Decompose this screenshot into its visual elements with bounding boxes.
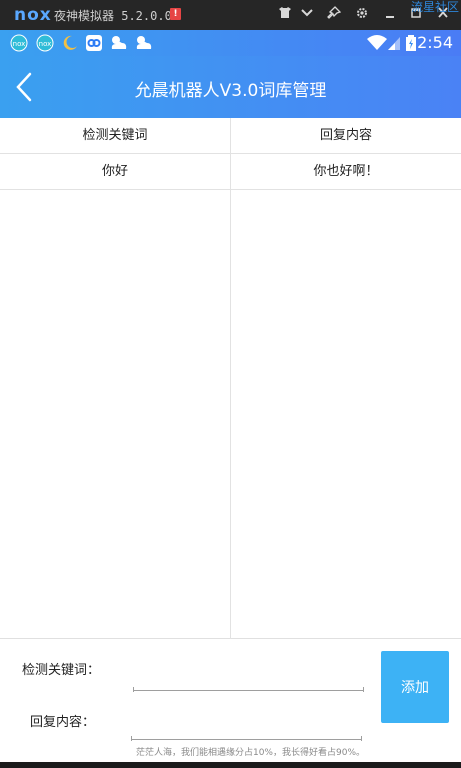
footer-note: 茫茫人海，我们能相遇缘分占10%，我长得好看占90%。 <box>135 748 365 758</box>
watermark-text: 流星社区 <box>410 0 459 14</box>
emulator-title-bar: nox 夜神模拟器 5.2.0.0 ! 流星社区 <box>0 0 461 30</box>
keyword-table: 检测关键词 回复内容 你好 你也好啊！ <box>0 118 461 639</box>
baidu-icon <box>85 34 103 52</box>
reply-label: 回复内容： <box>30 715 96 730</box>
weather-cloud-icon-2 <box>133 34 155 52</box>
keyword-label: 检测关键词： <box>22 663 101 678</box>
nox-app-icon: nox <box>10 34 28 52</box>
header-reply: 回复内容 <box>319 128 372 143</box>
moon-icon <box>61 34 79 52</box>
svg-text:nox: nox <box>13 40 26 48</box>
chevron-down-icon[interactable] <box>298 6 316 23</box>
row-keyword[interactable]: 你好 <box>0 154 230 190</box>
wifi-icon <box>366 34 388 52</box>
signal-icon <box>387 34 401 52</box>
pin-icon[interactable] <box>325 6 343 23</box>
svg-text:nox: nox <box>39 40 52 48</box>
add-entry-form: 检测关键词： 回复内容： 添加 茫茫人海，我们能相遇缘分占10%，我长得好看占9… <box>0 639 461 762</box>
phone-screen: nox nox 2:54 允晨机器人V3.0词库管理 检测关键词 回复内容 你好… <box>0 30 461 762</box>
reply-input[interactable] <box>131 718 362 740</box>
column-divider <box>230 118 231 639</box>
app-bar: 允晨机器人V3.0词库管理 <box>0 56 461 118</box>
alert-badge[interactable]: ! <box>170 8 181 20</box>
emulator-logo: nox <box>14 5 52 25</box>
header-keyword: 检测关键词 <box>82 128 148 143</box>
input-edge <box>131 736 132 741</box>
emulator-bottom-edge <box>0 762 461 768</box>
emulator-title: 夜神模拟器 5.2.0.0 <box>54 9 172 23</box>
shirt-icon[interactable] <box>276 6 294 23</box>
keyword-input[interactable] <box>133 669 364 691</box>
table-header-row: 检测关键词 回复内容 <box>0 118 461 154</box>
status-time: 2:54 <box>417 33 453 52</box>
status-bar: nox nox 2:54 <box>0 30 461 56</box>
table-row[interactable]: 你好 你也好啊！ <box>0 154 461 190</box>
add-button[interactable]: 添加 <box>381 651 449 723</box>
minimize-icon[interactable] <box>381 6 399 23</box>
input-edge <box>363 687 364 692</box>
page-title: 允晨机器人V3.0词库管理 <box>134 81 327 101</box>
nox-app-icon-2: nox <box>36 34 54 52</box>
battery-icon <box>405 34 417 52</box>
weather-cloud-icon <box>108 34 130 52</box>
gear-icon[interactable] <box>353 6 371 24</box>
input-edge <box>361 736 362 741</box>
input-edge <box>133 687 134 692</box>
row-reply[interactable]: 你也好啊！ <box>231 154 461 190</box>
